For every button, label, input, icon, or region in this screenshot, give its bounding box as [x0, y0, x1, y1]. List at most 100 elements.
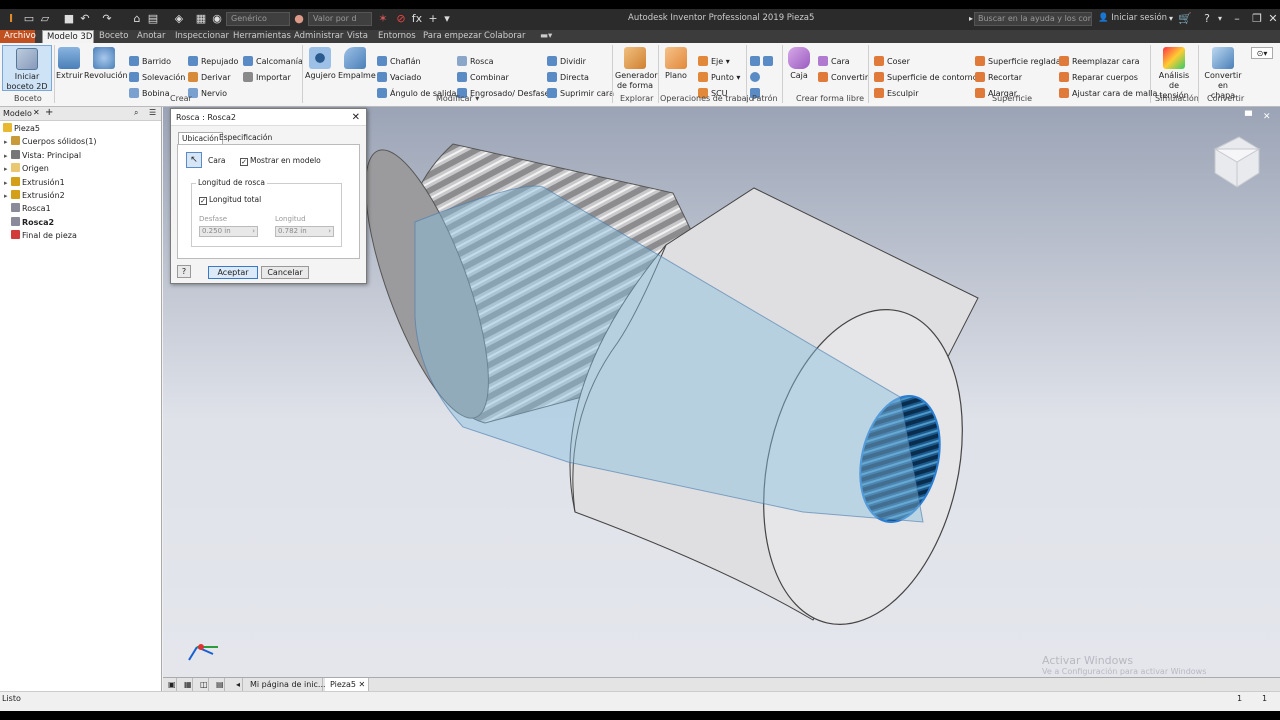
stress-analysis-button[interactable]: Análisis de tensión: [1153, 47, 1195, 101]
tree-item[interactable]: Rosca2: [11, 216, 54, 229]
minimize-icon[interactable]: –: [1226, 11, 1248, 27]
ribbon-options-icon[interactable]: ⊙▾: [1251, 47, 1273, 59]
close-icon[interactable]: ✕: [33, 108, 40, 117]
start-2d-sketch-button[interactable]: Iniciar boceto 2D: [2, 45, 52, 91]
browser-tab-model[interactable]: Modelo: [3, 109, 32, 118]
search-icon[interactable]: ⌕: [134, 108, 138, 118]
mirror-icon[interactable]: [763, 56, 773, 66]
doc-tab-pieza5[interactable]: Pieza5 ✕: [325, 678, 369, 692]
extrude-button[interactable]: Extruir: [56, 47, 83, 81]
redo-icon[interactable]: ↷: [100, 12, 114, 26]
video-icon[interactable]: ▬▾: [536, 30, 556, 43]
tab-colaborar[interactable]: Colaborar: [480, 30, 530, 43]
fit-mesh-face-button[interactable]: Ajustar cara de malla: [1059, 88, 1157, 100]
tree-item[interactable]: Pieza5: [3, 123, 40, 135]
expand-icon[interactable]: ▸: [4, 177, 8, 189]
view-cube[interactable]: [1213, 136, 1261, 188]
parameters-icon[interactable]: fx: [410, 12, 424, 26]
shape-generator-button[interactable]: Generador de forma: [615, 47, 658, 91]
point-button[interactable]: Punto ▾: [698, 72, 740, 84]
ruled-surface-button[interactable]: Superficie reglada: [975, 56, 1061, 68]
tab-para-empezar[interactable]: Para empezar: [419, 30, 486, 43]
axis-button[interactable]: Eje ▾: [698, 56, 730, 68]
shell-button[interactable]: Vaciado: [377, 72, 421, 84]
measure-icon[interactable]: ▦: [194, 12, 208, 26]
length-input[interactable]: 0.782 in ›: [275, 226, 334, 237]
tree-item[interactable]: ▸ Extrusión1: [4, 176, 65, 189]
freeform-box-button[interactable]: Caja: [786, 47, 812, 81]
split-button[interactable]: Dividir: [547, 56, 586, 68]
scroll-left-icon[interactable]: ◂: [231, 678, 243, 692]
sign-in-dropdown-icon[interactable]: ▾: [1164, 12, 1178, 26]
doc-tab-home[interactable]: Mi página de inic...: [245, 678, 326, 692]
fillet-button[interactable]: Empalme: [338, 47, 376, 81]
expand-icon[interactable]: ▸: [4, 150, 8, 162]
help-dropdown-icon[interactable]: ▾: [1213, 12, 1227, 26]
expand-icon[interactable]: ▸: [4, 163, 8, 175]
delete-face-button[interactable]: Suprimir cara: [547, 88, 614, 100]
appearance-dropdown[interactable]: Valor por d: [308, 12, 372, 26]
convert-sheet-metal-button[interactable]: Convertir en chapa: [1199, 47, 1247, 101]
expand-icon[interactable]: ▸: [4, 190, 8, 202]
circ-pattern-button[interactable]: [750, 72, 763, 84]
derive-button[interactable]: Derivar: [188, 72, 231, 84]
color-wheel-icon[interactable]: ◉: [210, 12, 224, 26]
boundary-patch-button[interactable]: Superficie de contorno: [874, 72, 978, 84]
tab-anotar[interactable]: Anotar: [133, 30, 169, 43]
freeform-convert-button[interactable]: Convertir: [818, 72, 868, 84]
tab-vista[interactable]: Vista: [343, 30, 372, 43]
select-icon[interactable]: ◈: [172, 12, 186, 26]
open-file-icon[interactable]: ▱: [38, 12, 52, 26]
direct-button[interactable]: Directa: [547, 72, 589, 84]
thread-button[interactable]: Rosca: [457, 56, 494, 68]
emboss-button[interactable]: Repujado: [188, 56, 238, 68]
sweep-button[interactable]: Barrido: [129, 56, 171, 68]
tree-item[interactable]: ▸ Cuerpos sólidos(1): [4, 136, 97, 148]
tree-item[interactable]: Rosca1: [11, 203, 51, 215]
update-icon[interactable]: ▤: [146, 12, 160, 26]
tile-icon[interactable]: ▣: [163, 678, 177, 692]
add-browser-icon[interactable]: +: [45, 107, 53, 118]
material-dropdown[interactable]: Genérico: [226, 12, 290, 26]
close-icon[interactable]: ✕: [352, 109, 360, 126]
tab-modelo-3d[interactable]: Modelo 3D: [42, 30, 94, 43]
grid-icon[interactable]: ▦: [179, 678, 193, 692]
freeform-face-button[interactable]: Cara: [818, 56, 850, 68]
home-view-icon[interactable]: ▀: [1244, 110, 1253, 122]
cancel-button[interactable]: Cancelar: [261, 266, 309, 279]
tree-item[interactable]: ▸ Origen: [4, 163, 49, 175]
new-file-icon[interactable]: ▭: [22, 12, 36, 26]
tree-item[interactable]: Final de pieza: [11, 230, 77, 242]
ok-button[interactable]: Aceptar: [208, 266, 258, 279]
tab-administrar[interactable]: Administrar: [290, 30, 347, 43]
stitch-button[interactable]: Coser: [874, 56, 910, 68]
add-icon[interactable]: +: [426, 12, 440, 26]
tab-entornos[interactable]: Entornos: [374, 30, 420, 43]
tab-boceto[interactable]: Boceto: [95, 30, 132, 43]
cascade-icon[interactable]: ◫: [195, 678, 209, 692]
quick-access-dropdown-icon[interactable]: ▾: [440, 12, 454, 26]
tab-especificacion[interactable]: Especificación: [216, 132, 275, 144]
close-icon[interactable]: ✕: [359, 680, 366, 689]
sign-in-button[interactable]: 👤 Iniciar sesión: [1098, 13, 1167, 23]
group-label-modificar[interactable]: Modificar ▾: [436, 94, 479, 103]
undo-icon[interactable]: ↶: [78, 12, 92, 26]
loft-button[interactable]: Solevación: [129, 72, 185, 84]
tree-item[interactable]: ▸ Vista: Principal: [4, 149, 81, 162]
full-length-checkbox[interactable]: ✓ Longitud total: [199, 195, 261, 205]
plane-button[interactable]: Plano: [662, 47, 690, 81]
help-button[interactable]: ?: [177, 265, 191, 278]
hole-button[interactable]: Agujero: [305, 47, 336, 81]
decal-button[interactable]: Calcomanía: [243, 56, 303, 68]
help-icon[interactable]: ?: [1200, 12, 1214, 26]
combine-button[interactable]: Combinar: [457, 72, 509, 84]
offset-input[interactable]: 0.250 in ›: [199, 226, 258, 237]
sculpt-button[interactable]: Esculpir: [874, 88, 919, 100]
close-view-icon[interactable]: ✕: [1263, 112, 1271, 122]
import-button[interactable]: Importar: [243, 72, 291, 84]
coil-button[interactable]: Bobina: [129, 88, 170, 100]
face-select-button[interactable]: ↖: [186, 152, 202, 168]
chamfer-button[interactable]: Chaflán: [377, 56, 421, 68]
help-search-input[interactable]: Buscar en la ayuda y los comandos: [974, 12, 1092, 26]
replace-face-button[interactable]: Reemplazar cara: [1059, 56, 1139, 68]
